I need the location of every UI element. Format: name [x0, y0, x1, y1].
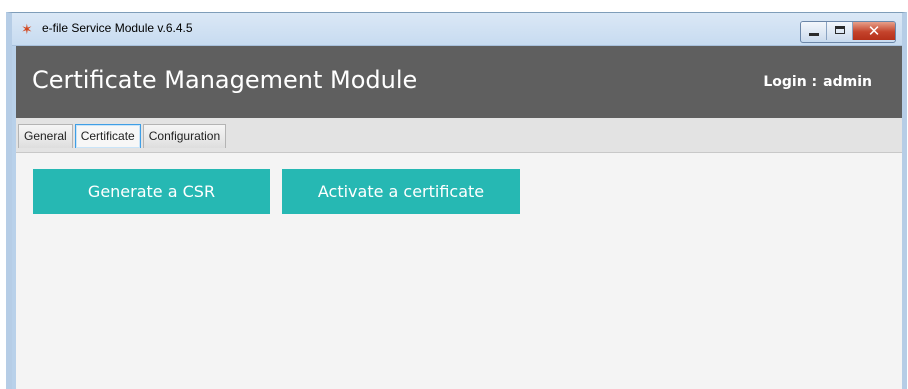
generate-csr-button[interactable]: Generate a CSR	[33, 169, 270, 214]
close-icon: ✕	[867, 22, 881, 40]
minimize-button[interactable]	[801, 22, 827, 40]
close-button[interactable]: ✕	[853, 22, 895, 40]
app-header: Certificate Management Module Login : adm…	[16, 46, 902, 118]
minimize-icon	[809, 33, 819, 36]
maximize-button[interactable]	[827, 22, 853, 40]
app-body: Certificate Management Module Login : adm…	[16, 46, 902, 389]
app-window: ✶ e-file Service Module v.6.4.5 ✕ Certif…	[6, 12, 907, 389]
maximize-icon	[835, 26, 845, 34]
login-label: Login :	[763, 74, 818, 90]
page-title: Certificate Management Module	[32, 66, 418, 94]
window-controls: ✕	[800, 21, 896, 43]
tab-certificate[interactable]: Certificate	[74, 124, 141, 148]
window-title: e-file Service Module v.6.4.5	[42, 21, 193, 35]
tab-bar: General Certificate Configuration	[16, 118, 902, 153]
activate-certificate-button[interactable]: Activate a certificate	[282, 169, 520, 214]
app-logo-icon: ✶	[21, 22, 33, 38]
screenshot: ✶ e-file Service Module v.6.4.5 ✕ Certif…	[0, 0, 908, 389]
tab-general[interactable]: General	[18, 124, 73, 148]
window-titlebar[interactable]: ✶ e-file Service Module v.6.4.5 ✕	[12, 13, 902, 46]
tab-list: General Certificate Configuration	[18, 124, 228, 148]
certificate-panel: Generate a CSR Activate a certificate	[16, 153, 902, 389]
login-user: admin	[823, 74, 872, 90]
login-status: Login : admin	[763, 74, 872, 90]
tab-configuration[interactable]: Configuration	[142, 124, 227, 148]
